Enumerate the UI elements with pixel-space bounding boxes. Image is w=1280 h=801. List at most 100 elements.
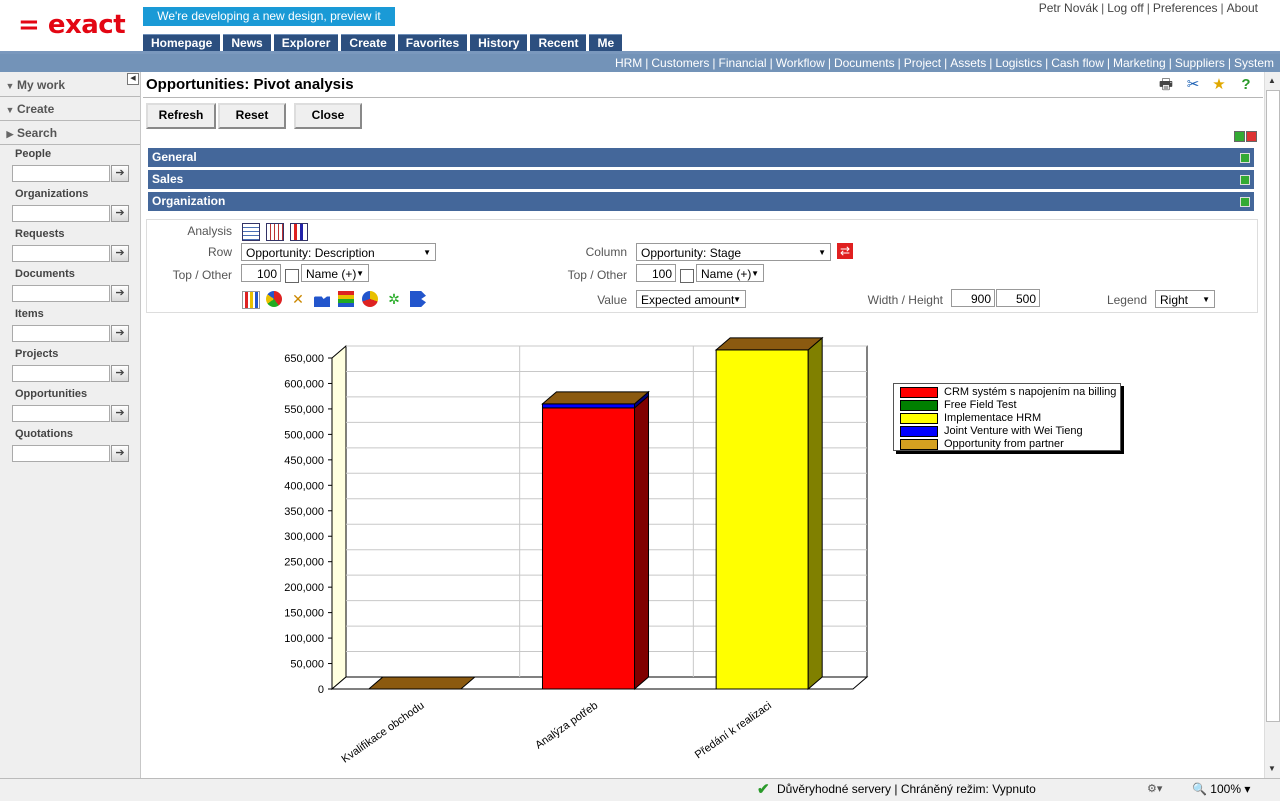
nav-tab-favorites[interactable]: Favorites xyxy=(397,34,468,51)
close-button[interactable]: Close xyxy=(294,103,362,129)
preview-banner[interactable]: We're developing a new design, preview i… xyxy=(143,7,395,42)
legend-label: Joint Venture with Wei Tieng xyxy=(944,425,1083,437)
scroll-thumb[interactable] xyxy=(1266,90,1280,722)
nav-tab-me[interactable]: Me xyxy=(589,34,623,51)
section-expand-icon[interactable] xyxy=(1240,153,1250,163)
section-general[interactable]: General xyxy=(148,148,1254,167)
sidebar-my-work[interactable]: ▼ My work xyxy=(0,74,140,97)
search-go-arrow-icon[interactable]: ➔ xyxy=(111,405,129,422)
column-other-checkbox[interactable] xyxy=(680,269,694,283)
reset-button[interactable]: Reset xyxy=(218,103,286,129)
exact-logo[interactable]: = exact xyxy=(18,10,126,40)
table-view-icon[interactable] xyxy=(242,223,260,241)
sidebar-section-label: Create xyxy=(17,102,55,116)
about-link[interactable]: About xyxy=(1227,1,1258,15)
nav-tab-homepage[interactable]: Homepage xyxy=(143,34,221,51)
scroll-up-icon[interactable]: ▲ xyxy=(1266,75,1278,87)
section-organization[interactable]: Organization xyxy=(148,192,1254,211)
row-other-checkbox[interactable] xyxy=(285,269,299,283)
module-suppliers[interactable]: Suppliers xyxy=(1175,56,1225,70)
crosstab-view-icon[interactable] xyxy=(266,223,284,241)
swap-axes-icon[interactable]: ⇄ xyxy=(837,243,853,259)
module-logistics[interactable]: Logistics xyxy=(995,56,1042,70)
refresh-button[interactable]: Refresh xyxy=(146,103,216,129)
search-go-arrow-icon[interactable]: ➔ xyxy=(111,365,129,382)
nav-tab-recent[interactable]: Recent xyxy=(530,34,587,51)
module-cashflow[interactable]: Cash flow xyxy=(1051,56,1104,70)
module-project[interactable]: Project xyxy=(904,56,941,70)
search-go-arrow-icon[interactable]: ➔ xyxy=(111,165,129,182)
search-input-items[interactable] xyxy=(12,325,110,342)
column-select[interactable]: Opportunity: Stage ▼ xyxy=(636,243,831,261)
row-select[interactable]: Opportunity: Description ▼ xyxy=(241,243,436,261)
search-input-opportunities[interactable] xyxy=(12,405,110,422)
y-tick-label: 500,000 xyxy=(284,429,324,441)
bar-chart-icon[interactable] xyxy=(242,291,260,309)
separator: | xyxy=(1101,1,1105,15)
search-go-arrow-icon[interactable]: ➔ xyxy=(111,325,129,342)
legend-label: CRM systém s napojením na billing xyxy=(944,386,1117,398)
chart-width-input[interactable]: 900 xyxy=(951,289,995,307)
sidebar-search[interactable]: ▶ Search xyxy=(0,122,140,145)
nav-tab-history[interactable]: History xyxy=(470,34,528,51)
chart-height-input[interactable]: 500 xyxy=(996,289,1040,307)
row-top-input[interactable]: 100 xyxy=(241,264,281,282)
value-select[interactable]: Expected amount ▼ xyxy=(636,290,746,308)
pie-chart-icon[interactable] xyxy=(266,291,282,307)
module-customers[interactable]: Customers xyxy=(651,56,709,70)
column-top-input[interactable]: 100 xyxy=(636,264,676,282)
sidebar-collapse-icon[interactable]: ◀ xyxy=(127,73,139,85)
collapse-triangle-icon: ▼ xyxy=(5,81,15,91)
module-documents[interactable]: Documents xyxy=(834,56,895,70)
nav-tab-news[interactable]: News xyxy=(223,34,271,51)
module-hrm[interactable]: HRM xyxy=(615,56,642,70)
section-sales[interactable]: Sales xyxy=(148,170,1254,189)
chart-view-icon[interactable] xyxy=(290,223,308,241)
search-input-organizations[interactable] xyxy=(12,205,110,222)
search-input-quotations[interactable] xyxy=(12,445,110,462)
module-financial[interactable]: Financial xyxy=(719,56,767,70)
y-tick-label: 450,000 xyxy=(284,455,324,467)
search-go-arrow-icon[interactable]: ➔ xyxy=(111,205,129,222)
scatter-chart-icon[interactable]: ✲ xyxy=(386,291,402,307)
section-expand-icon[interactable] xyxy=(1240,175,1250,185)
nav-tab-explorer[interactable]: Explorer xyxy=(273,34,339,51)
print-icon[interactable]: 🖶 xyxy=(1157,76,1175,94)
search-go-arrow-icon[interactable]: ➔ xyxy=(111,245,129,262)
module-workflow[interactable]: Workflow xyxy=(776,56,825,70)
line-chart-icon[interactable]: ✕ xyxy=(290,291,306,307)
scroll-down-icon[interactable]: ▼ xyxy=(1266,763,1278,775)
expand-all-icon[interactable] xyxy=(1234,131,1245,142)
nav-tab-create[interactable]: Create xyxy=(341,34,395,51)
module-system[interactable]: System xyxy=(1234,56,1274,70)
search-go-arrow-icon[interactable]: ➔ xyxy=(111,445,129,462)
sidebar-create[interactable]: ▼ Create xyxy=(0,98,140,121)
protected-mode-icon[interactable]: ⚙▾ xyxy=(1147,782,1162,795)
search-label-projects: Projects xyxy=(15,348,59,360)
search-input-documents[interactable] xyxy=(12,285,110,302)
preferences-link[interactable]: Preferences xyxy=(1153,1,1218,15)
search-input-requests[interactable] xyxy=(12,245,110,262)
user-name-link[interactable]: Petr Novák xyxy=(1039,1,1098,15)
legend-swatch xyxy=(900,425,938,437)
help-icon[interactable]: ? xyxy=(1237,76,1255,94)
bar-segment-side xyxy=(807,336,823,691)
y-tick-label: 550,000 xyxy=(284,404,324,416)
search-go-arrow-icon[interactable]: ➔ xyxy=(111,285,129,302)
module-marketing[interactable]: Marketing xyxy=(1113,56,1166,70)
column-sort-select[interactable]: Name (+) ▼ xyxy=(696,264,764,282)
stacked-bar-chart-icon[interactable] xyxy=(338,291,354,307)
logoff-link[interactable]: Log off xyxy=(1107,1,1143,15)
module-assets[interactable]: Assets xyxy=(950,56,986,70)
legend-position-select[interactable]: Right ▼ xyxy=(1155,290,1215,308)
row-sort-select[interactable]: Name (+) ▼ xyxy=(301,264,369,282)
collapse-all-icon[interactable] xyxy=(1246,131,1257,142)
zoom-level[interactable]: 🔍 100% ▾ xyxy=(1192,782,1250,796)
donut-chart-icon[interactable] xyxy=(362,291,378,307)
tools-icon[interactable]: ✂ xyxy=(1184,76,1202,94)
search-input-projects[interactable] xyxy=(12,365,110,382)
favorite-star-icon[interactable]: ★ xyxy=(1210,76,1228,94)
y-tick-label: 600,000 xyxy=(284,378,324,390)
search-input-people[interactable] xyxy=(12,165,110,182)
section-expand-icon[interactable] xyxy=(1240,197,1250,207)
